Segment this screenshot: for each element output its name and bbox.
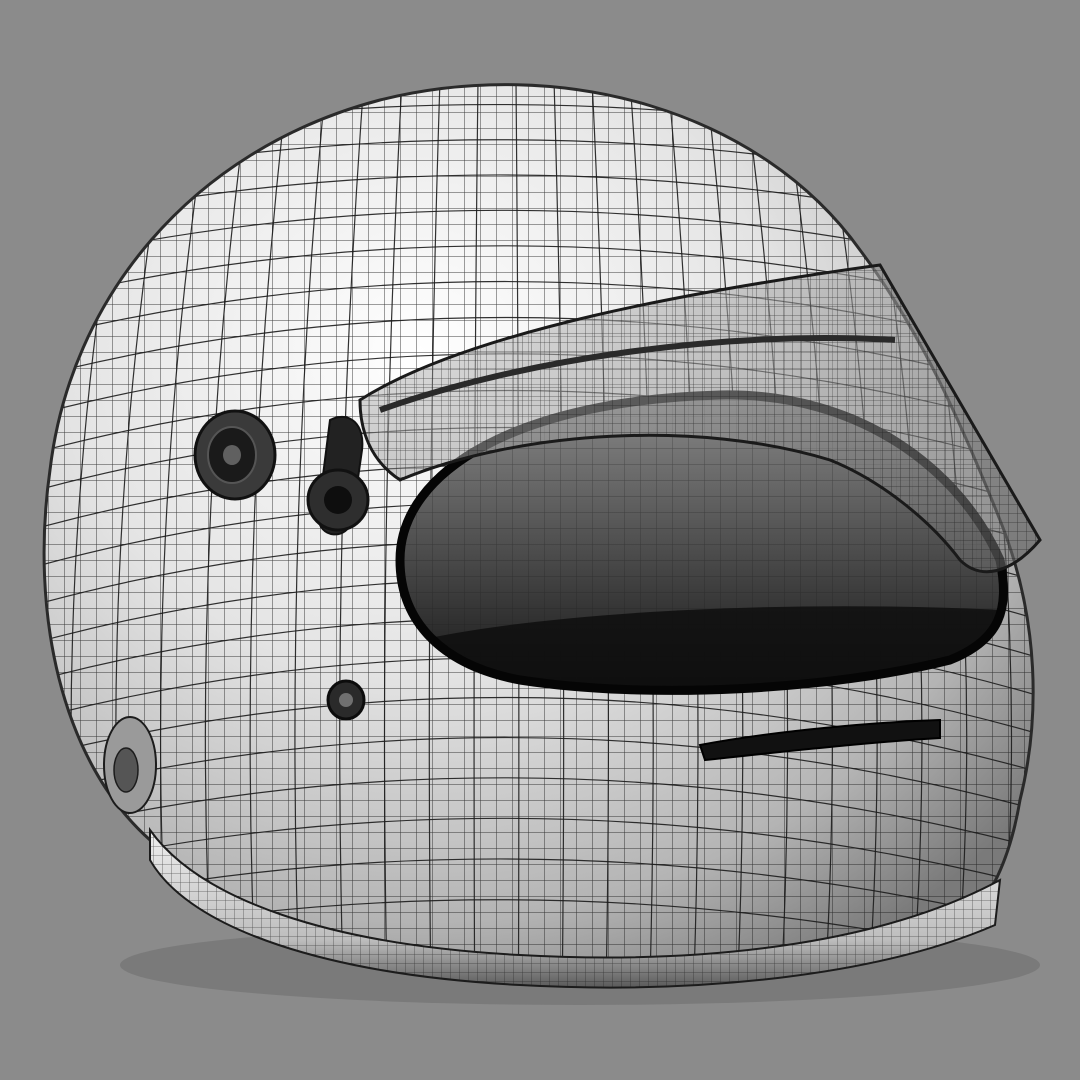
rear-pod: [103, 716, 157, 814]
visor-pivot-left: [193, 409, 277, 501]
side-vent: [326, 679, 366, 721]
helmet-wireframe-icon: [42, 83, 1042, 1005]
render-viewport: [0, 0, 1080, 1080]
